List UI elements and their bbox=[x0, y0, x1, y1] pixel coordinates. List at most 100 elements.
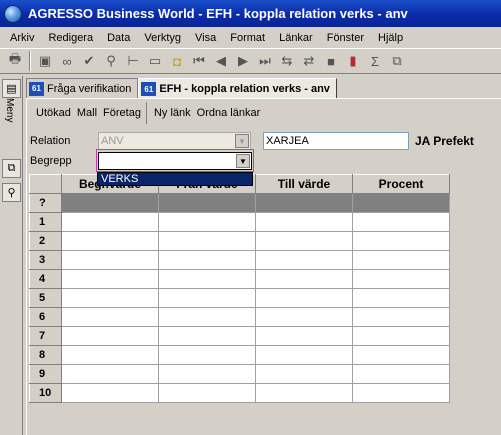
row-header[interactable]: 7 bbox=[29, 326, 62, 346]
grid-cell[interactable] bbox=[158, 307, 256, 327]
menu-hjalp[interactable]: Hjälp bbox=[370, 32, 409, 44]
grid-cell[interactable] bbox=[255, 326, 353, 346]
grid-cell[interactable] bbox=[158, 326, 256, 346]
menu-format[interactable]: Format bbox=[222, 32, 271, 44]
bar-chart-icon[interactable]: ▮ bbox=[342, 50, 364, 72]
row-header[interactable]: 6 bbox=[29, 307, 62, 327]
grid-cell[interactable] bbox=[255, 364, 353, 384]
grid-cell[interactable] bbox=[61, 193, 159, 213]
utokad-button[interactable]: Utökad bbox=[33, 107, 74, 119]
grid-cell[interactable] bbox=[61, 231, 159, 251]
sum-icon[interactable]: Σ bbox=[364, 50, 386, 72]
merge-icon[interactable]: ⇄ bbox=[298, 50, 320, 72]
comment-icon[interactable]: ◘ bbox=[166, 50, 188, 72]
menu-verktyg[interactable]: Verktyg bbox=[136, 32, 187, 44]
print-icon[interactable]: 🖶 bbox=[4, 50, 26, 72]
check-icon[interactable]: ✔ bbox=[78, 50, 100, 72]
grid-cell[interactable] bbox=[352, 307, 450, 327]
grid-cell[interactable] bbox=[158, 288, 256, 308]
column-header-till-varde[interactable]: Till värde bbox=[255, 174, 353, 194]
grid-cell[interactable] bbox=[352, 364, 450, 384]
search-icon[interactable]: ⚲ bbox=[2, 183, 21, 202]
grid-cell[interactable] bbox=[61, 250, 159, 270]
grid-cell[interactable] bbox=[352, 345, 450, 365]
column-header-procent[interactable]: Procent bbox=[352, 174, 450, 194]
last-icon[interactable]: ⏭ bbox=[254, 50, 276, 72]
row-header[interactable]: 10 bbox=[29, 383, 62, 403]
grid-cell[interactable] bbox=[352, 288, 450, 308]
tab-fraga-verifikation[interactable]: 61 Fråga verifikation bbox=[26, 78, 139, 98]
search-icon[interactable]: ⚲ bbox=[100, 50, 122, 72]
row-header[interactable]: 5 bbox=[29, 288, 62, 308]
grid-cell[interactable] bbox=[255, 193, 353, 213]
mall-button[interactable]: Mall bbox=[74, 107, 100, 119]
foretag-button[interactable]: Företag bbox=[100, 107, 144, 119]
grid-cell[interactable] bbox=[255, 250, 353, 270]
menu-arkiv[interactable]: Arkiv bbox=[2, 32, 40, 44]
grid-cell[interactable] bbox=[352, 269, 450, 289]
prev-icon[interactable]: ◀ bbox=[210, 50, 232, 72]
tab-efh-koppla[interactable]: 61 EFH - koppla relation verks - anv bbox=[138, 78, 337, 99]
row-header[interactable]: 2 bbox=[29, 231, 62, 251]
next-icon[interactable]: ▶ bbox=[232, 50, 254, 72]
grid-cell[interactable] bbox=[158, 193, 256, 213]
dropdown-option-verks[interactable]: VERKS bbox=[101, 173, 138, 185]
menu-redigera[interactable]: Redigera bbox=[40, 32, 99, 44]
grid-cell[interactable] bbox=[255, 288, 353, 308]
begrepp-dropdown-list[interactable]: VERKS bbox=[97, 172, 253, 186]
grid-cell[interactable] bbox=[61, 364, 159, 384]
grid-cell[interactable] bbox=[61, 212, 159, 232]
binoculars-icon[interactable]: ∞ bbox=[56, 50, 78, 72]
ny-lank-button[interactable]: Ny länk bbox=[151, 107, 194, 119]
split-icon[interactable]: ⇆ bbox=[276, 50, 298, 72]
focus-outline bbox=[96, 149, 254, 172]
grid-cell[interactable] bbox=[61, 383, 159, 403]
gray-box-icon[interactable]: ■ bbox=[320, 50, 342, 72]
grid-cell[interactable] bbox=[158, 231, 256, 251]
insert-row-icon[interactable]: ⊢ bbox=[122, 50, 144, 72]
grid-cell[interactable] bbox=[158, 250, 256, 270]
grid-cell[interactable] bbox=[255, 231, 353, 251]
grid-cell[interactable] bbox=[352, 193, 450, 213]
menu-visa[interactable]: Visa bbox=[187, 32, 222, 44]
copy-icon[interactable]: ⧉ bbox=[386, 50, 408, 72]
first-icon[interactable]: ⏮ bbox=[188, 50, 210, 72]
row-header[interactable]: ? bbox=[29, 193, 62, 213]
menu-vertical-label[interactable]: Meny bbox=[4, 98, 15, 122]
row-header[interactable]: 1 bbox=[29, 212, 62, 232]
grid-cell[interactable] bbox=[158, 345, 256, 365]
blank-icon[interactable]: ▭ bbox=[144, 50, 166, 72]
grid-cell[interactable] bbox=[255, 345, 353, 365]
grid-cell[interactable] bbox=[352, 326, 450, 346]
row-header[interactable]: 8 bbox=[29, 345, 62, 365]
save-icon[interactable]: ▣ bbox=[34, 50, 56, 72]
grid-cell[interactable] bbox=[255, 269, 353, 289]
grid-cell[interactable] bbox=[352, 383, 450, 403]
grid-cell[interactable] bbox=[255, 383, 353, 403]
windows-icon[interactable]: ⧉ bbox=[2, 159, 21, 178]
menu-lankar[interactable]: Länkar bbox=[271, 32, 319, 44]
grid-cell[interactable] bbox=[61, 326, 159, 346]
row-header[interactable]: 4 bbox=[29, 269, 62, 289]
grid-cell[interactable] bbox=[352, 250, 450, 270]
relation-text-field[interactable]: XARJEA bbox=[263, 132, 409, 150]
menu-data[interactable]: Data bbox=[99, 32, 136, 44]
grid-cell[interactable] bbox=[255, 307, 353, 327]
grid-cell[interactable] bbox=[158, 269, 256, 289]
menu-panel-icon[interactable]: ▤ bbox=[2, 79, 21, 98]
grid-cell[interactable] bbox=[61, 288, 159, 308]
grid-cell[interactable] bbox=[158, 383, 256, 403]
relation-select[interactable]: ANV ▼ bbox=[98, 132, 251, 150]
grid-cell[interactable] bbox=[61, 345, 159, 365]
row-header[interactable]: 9 bbox=[29, 364, 62, 384]
grid-cell[interactable] bbox=[158, 364, 256, 384]
row-header[interactable]: 3 bbox=[29, 250, 62, 270]
grid-cell[interactable] bbox=[61, 307, 159, 327]
grid-cell[interactable] bbox=[352, 231, 450, 251]
grid-cell[interactable] bbox=[61, 269, 159, 289]
grid-cell[interactable] bbox=[352, 212, 450, 232]
menu-fonster[interactable]: Fönster bbox=[319, 32, 370, 44]
ordna-lankar-button[interactable]: Ordna länkar bbox=[194, 107, 264, 119]
grid-cell[interactable] bbox=[158, 212, 256, 232]
grid-cell[interactable] bbox=[255, 212, 353, 232]
